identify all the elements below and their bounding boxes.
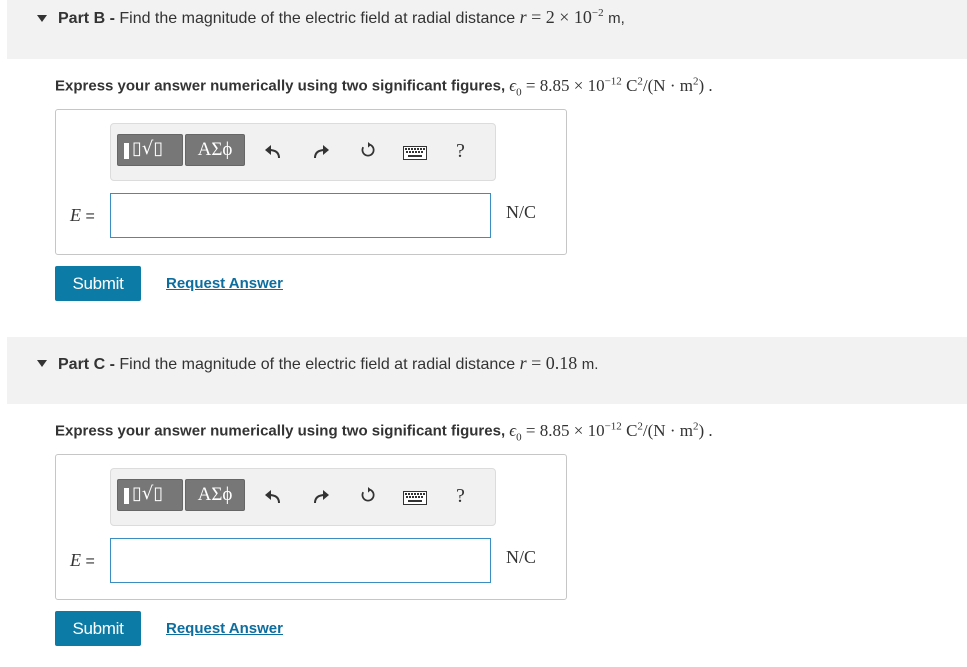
unit-label: N/C <box>506 547 537 567</box>
templates-button[interactable]: ▯√▯ <box>117 479 183 511</box>
request-answer-link[interactable]: Request Answer <box>166 275 283 292</box>
reset-icon[interactable] <box>358 487 378 503</box>
templates-button[interactable]: ▯√▯ <box>117 134 183 166</box>
submit-button[interactable]: Submit <box>55 611 141 646</box>
symbols-button[interactable]: ΑΣϕ <box>185 479 245 511</box>
submit-button[interactable]: Submit <box>55 266 141 301</box>
part-b-header[interactable]: Part B - Find the magnitude of the elect… <box>7 0 967 59</box>
templates-icon <box>124 143 129 159</box>
help-icon[interactable]: ? <box>456 485 465 508</box>
undo-icon[interactable] <box>263 144 283 160</box>
sqrt-icon: ▯√▯ <box>132 483 164 504</box>
part-c-instruction: Express your answer numerically using tw… <box>55 420 713 444</box>
redo-icon[interactable] <box>311 489 331 505</box>
templates-icon <box>124 488 129 504</box>
part-c-header[interactable]: Part C - Find the magnitude of the elect… <box>7 337 967 404</box>
sqrt-icon: ▯√▯ <box>132 138 164 159</box>
part-b-title: Part B - Find the magnitude of the elect… <box>58 7 625 27</box>
part-c-title: Part C - Find the magnitude of the elect… <box>58 353 599 373</box>
redo-icon[interactable] <box>311 144 331 160</box>
answer-input[interactable] <box>110 193 491 238</box>
part-b-instruction: Express your answer numerically using tw… <box>55 75 713 99</box>
reset-icon[interactable] <box>358 142 378 158</box>
undo-icon[interactable] <box>263 489 283 505</box>
math-toolbar: ▯√▯ ΑΣϕ ? <box>110 468 496 526</box>
answer-input[interactable] <box>110 538 491 583</box>
symbols-label: ΑΣϕ <box>197 484 233 505</box>
keyboard-icon[interactable] <box>403 145 427 161</box>
caret-down-icon[interactable] <box>37 15 47 22</box>
part-c-answer-box: ▯√▯ ΑΣϕ ? E = N/C <box>55 454 567 600</box>
math-toolbar: ▯√▯ ΑΣϕ ? <box>110 123 496 181</box>
request-answer-link[interactable]: Request Answer <box>166 620 283 637</box>
help-icon[interactable]: ? <box>456 140 465 163</box>
variable-label: E = <box>70 550 95 570</box>
unit-label: N/C <box>506 202 537 222</box>
part-b-answer-box: ▯√▯ ΑΣϕ ? E = N/C <box>55 109 567 255</box>
caret-down-icon[interactable] <box>37 360 47 367</box>
symbols-button[interactable]: ΑΣϕ <box>185 134 245 166</box>
variable-label: E = <box>70 205 95 225</box>
symbols-label: ΑΣϕ <box>197 139 233 160</box>
keyboard-icon[interactable] <box>403 490 427 506</box>
